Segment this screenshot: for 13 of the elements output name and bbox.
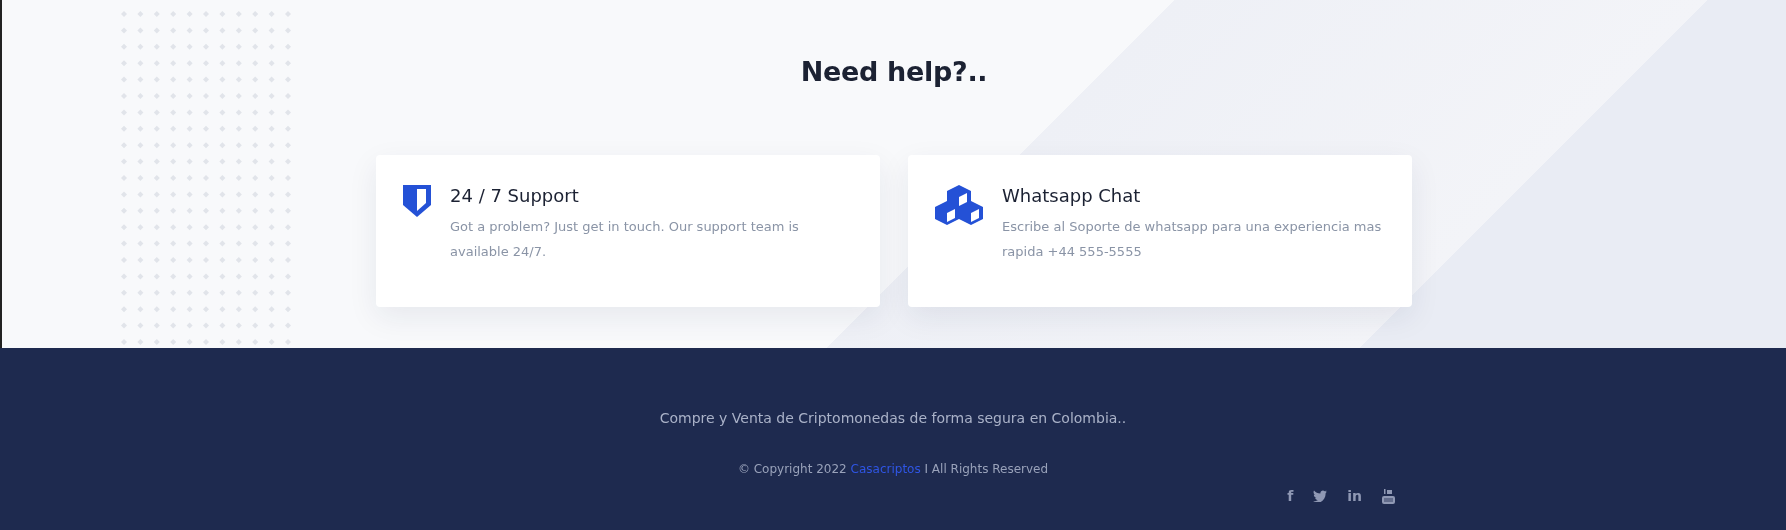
card-description: Got a problem? Just get in touch. Our support team is available 24/7. [450, 218, 800, 261]
footer-tagline: Compre y Venta de Criptomonedas de forma segura en Colombia.. [659, 410, 1127, 426]
shield-icon [402, 183, 432, 219]
copyright-text: © Copyright 2022 Casacriptos I All Rights Reserved [737, 462, 1049, 476]
cubes-icon [934, 183, 984, 225]
card-title: 24 / 7 Support [450, 184, 580, 206]
social-link[interactable]: in [1347, 488, 1362, 504]
section-heading: Need help?.. [800, 56, 988, 87]
bird-icon[interactable] [1313, 490, 1328, 502]
social-link[interactable]: f [1287, 488, 1294, 504]
card-description: Escribe al Soporte de whatsapp para una experiencia mas rapida +44 555-5555 [1002, 218, 1383, 261]
card-title: Whatsapp Chat [1002, 184, 1142, 206]
video-icon[interactable] [1382, 488, 1395, 504]
